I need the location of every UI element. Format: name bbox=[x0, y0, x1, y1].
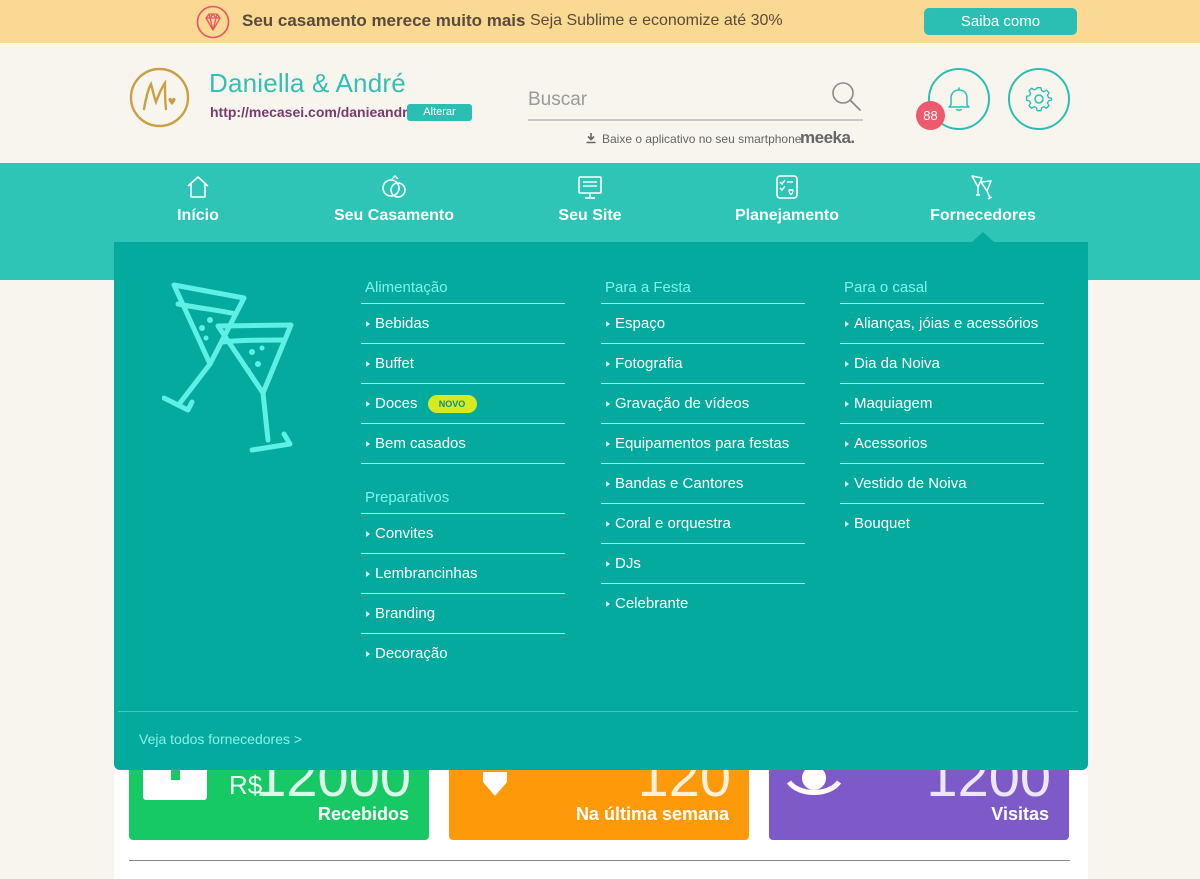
stat-caption: Na última semana bbox=[575, 804, 729, 824]
nav-label: Início bbox=[177, 207, 219, 224]
dropdown-column-2: Para a Festa Espaço Fotografia Gravação … bbox=[601, 278, 805, 624]
nav-item-seu-casamento[interactable]: Seu Casamento bbox=[299, 171, 489, 243]
menu-item-djs[interactable]: DJs bbox=[601, 544, 805, 584]
menu-item-espaco[interactable]: Espaço bbox=[601, 304, 805, 344]
dropdown-caret bbox=[972, 232, 994, 242]
menu-item-decoracao[interactable]: Decoração bbox=[361, 634, 565, 674]
nav-item-planejamento[interactable]: Planejamento bbox=[692, 171, 882, 243]
bullet-arrow-icon bbox=[606, 321, 610, 327]
menu-item-dia-da-noiva[interactable]: Dia da Noiva bbox=[840, 344, 1044, 384]
nav-label: Planejamento bbox=[734, 207, 840, 224]
menu-item-bem-casados[interactable]: Bem casados bbox=[361, 424, 565, 464]
checklist-icon bbox=[776, 175, 798, 199]
group-title-para-a-festa[interactable]: Para a Festa bbox=[601, 278, 805, 304]
menu-item-celebrante[interactable]: Celebrante bbox=[601, 584, 805, 624]
monitor-icon bbox=[578, 176, 602, 199]
bullet-arrow-icon bbox=[366, 651, 370, 657]
menu-item-branding[interactable]: Branding bbox=[361, 594, 565, 634]
bullet-arrow-icon bbox=[845, 481, 849, 487]
bullet-arrow-icon bbox=[366, 611, 370, 617]
bullet-arrow-icon bbox=[366, 531, 370, 537]
menu-item-vestido-de-noiva[interactable]: Vestido de Noiva bbox=[840, 464, 1044, 504]
menu-item-gravacao-videos[interactable]: Gravação de vídeos bbox=[601, 384, 805, 424]
bullet-arrow-icon bbox=[606, 521, 610, 527]
menu-item-lembrancinhas[interactable]: Lembrancinhas bbox=[361, 554, 565, 594]
content-divider bbox=[129, 860, 1070, 861]
search-box bbox=[528, 79, 863, 121]
notification-badge[interactable]: 88 bbox=[916, 101, 945, 130]
download-icon bbox=[586, 133, 596, 144]
bullet-arrow-icon bbox=[606, 361, 610, 367]
promo-separator: - bbox=[516, 11, 522, 28]
bullet-arrow-icon bbox=[845, 521, 849, 527]
header: Daniella & André http://mecasei.com/dani… bbox=[0, 43, 1200, 163]
dropdown-divider bbox=[118, 711, 1078, 712]
app-download-text[interactable]: Baixe o aplicativo no seu smartphone bbox=[602, 132, 801, 146]
menu-item-doces[interactable]: Doces NOVO bbox=[361, 384, 565, 424]
new-badge: NOVO bbox=[427, 395, 477, 413]
menu-item-equipamentos[interactable]: Equipamentos para festas bbox=[601, 424, 805, 464]
search-icon[interactable] bbox=[829, 79, 863, 113]
bullet-arrow-icon bbox=[366, 321, 370, 327]
bullet-arrow-icon bbox=[606, 401, 610, 407]
menu-item-maquiagem[interactable]: Maquiagem bbox=[840, 384, 1044, 424]
bullet-arrow-icon bbox=[366, 441, 370, 447]
promo-cta-button[interactable]: Saiba como bbox=[924, 8, 1077, 35]
bullet-arrow-icon bbox=[366, 401, 370, 407]
bullet-arrow-icon bbox=[845, 401, 849, 407]
bell-icon bbox=[948, 87, 970, 111]
bullet-arrow-icon bbox=[366, 571, 370, 577]
stat-caption: Recebidos bbox=[317, 804, 409, 824]
bullet-arrow-icon bbox=[606, 441, 610, 447]
bullet-arrow-icon bbox=[606, 601, 610, 607]
dropdown-column-1: Alimentação Bebidas Buffet Doces NOVO Bem… bbox=[361, 278, 565, 674]
diamond-icon bbox=[196, 5, 230, 39]
settings-button[interactable] bbox=[1008, 68, 1070, 130]
change-url-button[interactable]: Alterar bbox=[407, 104, 472, 121]
cocktail-icon bbox=[971, 175, 993, 200]
menu-item-bebidas[interactable]: Bebidas bbox=[361, 304, 565, 344]
champagne-glasses-icon bbox=[162, 282, 294, 453]
bullet-arrow-icon bbox=[845, 321, 849, 327]
bullet-arrow-icon bbox=[606, 561, 610, 567]
menu-item-coral-orquestra[interactable]: Coral e orquestra bbox=[601, 504, 805, 544]
bullet-arrow-icon bbox=[845, 361, 849, 367]
nav-label: Seu Casamento bbox=[333, 207, 455, 224]
meeka-brand[interactable]: meeka. bbox=[800, 128, 855, 148]
nav-label: Fornecedores bbox=[930, 207, 1036, 224]
promo-bar: Seu casamento merece muito mais - Seja S… bbox=[0, 0, 1200, 43]
home-icon bbox=[187, 176, 209, 198]
search-input[interactable] bbox=[528, 87, 818, 113]
menu-item-buffet[interactable]: Buffet bbox=[361, 344, 565, 384]
group-title-alimentacao[interactable]: Alimentação bbox=[361, 278, 565, 304]
nav-item-seu-site[interactable]: Seu Site bbox=[495, 171, 685, 243]
rings-icon bbox=[382, 175, 406, 198]
menu-item-acessorios[interactable]: Acessorios bbox=[840, 424, 1044, 464]
nav-label: Seu Site bbox=[558, 207, 622, 224]
bullet-arrow-icon bbox=[606, 481, 610, 487]
group-title-preparativos[interactable]: Preparativos bbox=[361, 488, 565, 514]
dropdown-column-3: Para o casal Alianças, jóias e acessório… bbox=[840, 278, 1044, 544]
group-title-para-o-casal[interactable]: Para o casal bbox=[840, 278, 1044, 304]
couple-name: Daniella & André bbox=[209, 68, 406, 98]
nav-item-inicio[interactable]: Início bbox=[103, 171, 293, 243]
bullet-arrow-icon bbox=[366, 361, 370, 367]
stat-caption: Visitas bbox=[991, 804, 1049, 824]
bullet-arrow-icon bbox=[845, 441, 849, 447]
menu-item-bandas-cantores[interactable]: Bandas e Cantores bbox=[601, 464, 805, 504]
site-url[interactable]: http://mecasei.com/danieandre bbox=[210, 104, 415, 120]
fornecedores-dropdown: Alimentação Bebidas Buffet Doces NOVO Bem… bbox=[114, 242, 1088, 770]
promo-subtext: Seja Sublime e economize até 30% bbox=[530, 12, 783, 29]
menu-item-convites[interactable]: Convites bbox=[361, 514, 565, 554]
menu-item-aliancas[interactable]: Alianças, jóias e acessórios bbox=[840, 304, 1044, 344]
see-all-vendors-link[interactable]: Veja todos fornecedores > bbox=[139, 731, 302, 747]
gear-icon bbox=[1025, 87, 1053, 112]
menu-item-fotografia[interactable]: Fotografia bbox=[601, 344, 805, 384]
promo-headline: Seu casamento merece muito mais bbox=[242, 11, 526, 30]
mecasei-logo[interactable] bbox=[129, 67, 190, 128]
menu-item-bouquet[interactable]: Bouquet bbox=[840, 504, 1044, 544]
